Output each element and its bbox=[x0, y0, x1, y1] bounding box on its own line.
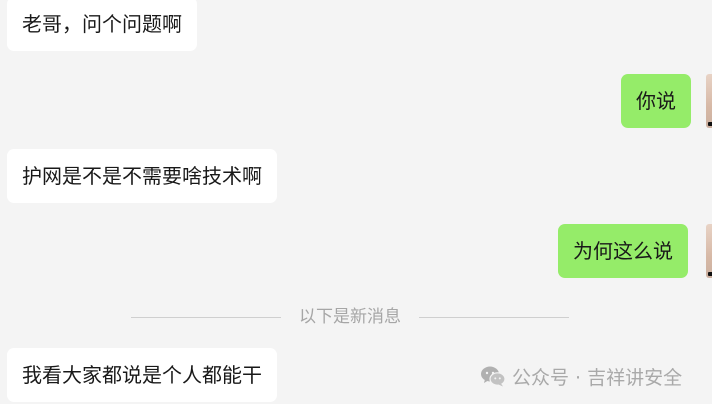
message-bubble-outgoing[interactable]: 你说 bbox=[621, 74, 691, 128]
message-bubble-incoming[interactable]: 我看大家都说是个人都能干 bbox=[7, 348, 277, 402]
message-bubble-incoming[interactable]: 护网是不是不需要啥技术啊 bbox=[7, 149, 277, 203]
avatar[interactable] bbox=[706, 224, 712, 278]
chat-window: 老哥，问个问题啊 你说 护网是不是不需要啥技术啊 为何这么说 以下是新消息 我看… bbox=[0, 0, 712, 404]
avatar[interactable] bbox=[706, 74, 712, 128]
new-messages-divider: 以下是新消息 bbox=[131, 305, 569, 329]
watermark-text: 公众号 · 吉祥讲安全 bbox=[512, 366, 683, 389]
message-bubble-outgoing[interactable]: 为何这么说 bbox=[558, 224, 688, 278]
divider-line bbox=[419, 317, 569, 318]
wechat-icon bbox=[481, 366, 506, 387]
watermark: 公众号 · 吉祥讲安全 bbox=[480, 363, 682, 389]
message-bubble-incoming[interactable]: 老哥，问个问题啊 bbox=[7, 0, 197, 51]
